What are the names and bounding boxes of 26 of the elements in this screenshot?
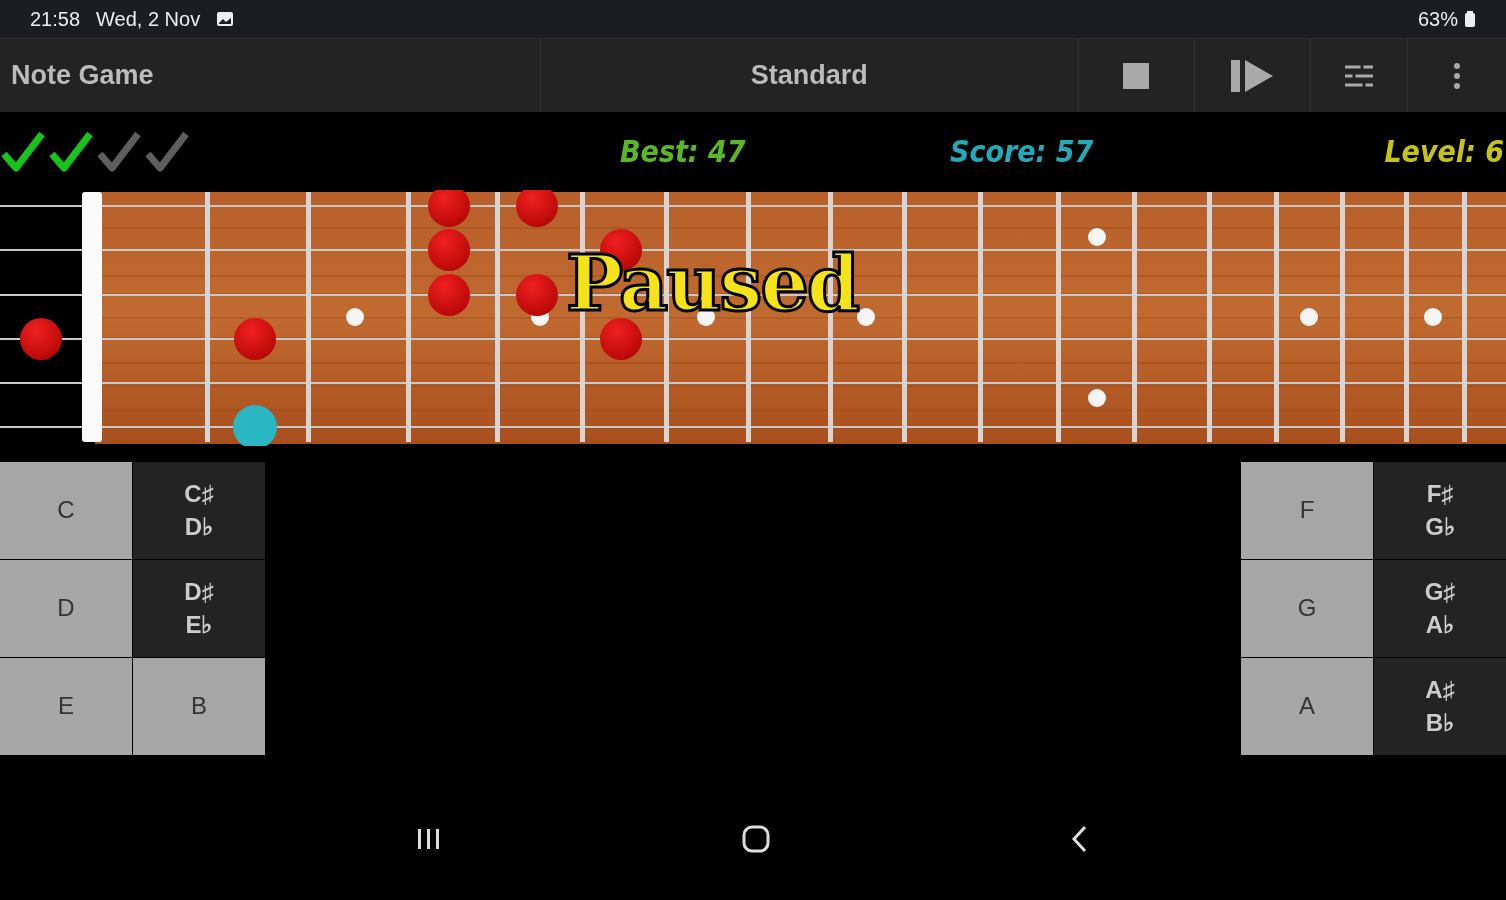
status-time: 21:58 xyxy=(30,7,81,31)
note-key[interactable]: D♯ E♭ xyxy=(133,560,265,657)
note-key[interactable]: C♯ D♭ xyxy=(133,462,265,559)
recent-apps-icon[interactable] xyxy=(416,826,442,851)
status-date: Wed, 2 Nov xyxy=(96,7,201,31)
score-label: Level: 6 xyxy=(1384,133,1504,169)
note-key[interactable]: G xyxy=(1241,560,1373,657)
tuning-selector[interactable]: Standard xyxy=(540,39,1080,112)
battery-icon xyxy=(1464,11,1476,27)
gallery-icon xyxy=(216,11,235,27)
note-key[interactable]: F xyxy=(1241,462,1373,559)
stop-icon xyxy=(1121,60,1152,91)
more-icon xyxy=(1453,61,1462,90)
note-key[interactable]: D xyxy=(0,560,132,657)
note-key[interactable]: G♯ A♭ xyxy=(1374,560,1506,657)
note-key[interactable]: B xyxy=(133,658,265,755)
note-key[interactable]: F♯ G♭ xyxy=(1374,462,1506,559)
note-key[interactable]: C xyxy=(0,462,132,559)
note-key[interactable]: E xyxy=(0,658,132,755)
home-icon[interactable] xyxy=(742,824,770,853)
score-label: Best: 47 xyxy=(620,133,747,169)
note-key[interactable]: A♯ B♭ xyxy=(1374,658,1506,755)
app-title: Note Game xyxy=(0,39,541,112)
score-label: Score: 57 xyxy=(950,133,1094,169)
note-key[interactable]: A xyxy=(1241,658,1373,755)
battery-percent: 63% xyxy=(1417,7,1458,31)
